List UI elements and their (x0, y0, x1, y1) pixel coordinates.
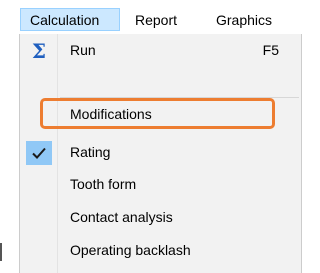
menu-item-operating-backlash-label: Operating backlash (70, 242, 191, 258)
menu-item-run-shortcut: F5 (262, 42, 279, 58)
sigma-icon: Σ (28, 39, 50, 63)
menu-separator (60, 97, 299, 98)
application-window: Calculation Report Graphics Σ Run F5 Mod… (0, 0, 305, 273)
sigma-glyph: Σ (31, 39, 47, 63)
menu-item-tooth-form[interactable]: Tooth form (22, 170, 299, 200)
menu-item-modifications[interactable]: Modifications (22, 100, 299, 130)
menu-item-operating-backlash[interactable]: Operating backlash (22, 236, 299, 266)
menu-report[interactable]: Report (133, 9, 205, 31)
checkmark-icon (28, 141, 50, 165)
menu-calculation[interactable]: Calculation (20, 8, 120, 31)
menu-item-run[interactable]: Σ Run F5 (22, 36, 299, 66)
menu-graphics[interactable]: Graphics (212, 9, 302, 31)
menu-report-label: Report (135, 12, 178, 28)
menu-calculation-label: Calculation (30, 12, 100, 28)
menu-graphics-label: Graphics (216, 12, 273, 28)
menu-item-tooth-form-label: Tooth form (70, 176, 137, 192)
menu-bar: Calculation Report Graphics (0, 0, 305, 34)
menu-item-modifications-label: Modifications (70, 106, 152, 122)
menu-item-rating[interactable]: Rating (22, 138, 299, 168)
menu-item-contact-analysis[interactable]: Contact analysis (22, 203, 299, 233)
menu-item-rating-label: Rating (70, 144, 111, 160)
menu-item-run-label: Run (70, 42, 96, 58)
calculation-dropdown-menu: Σ Run F5 Modifications Rating Tooth form (19, 34, 302, 273)
menu-item-contact-analysis-label: Contact analysis (70, 209, 173, 225)
background-edge-mark (0, 243, 2, 261)
